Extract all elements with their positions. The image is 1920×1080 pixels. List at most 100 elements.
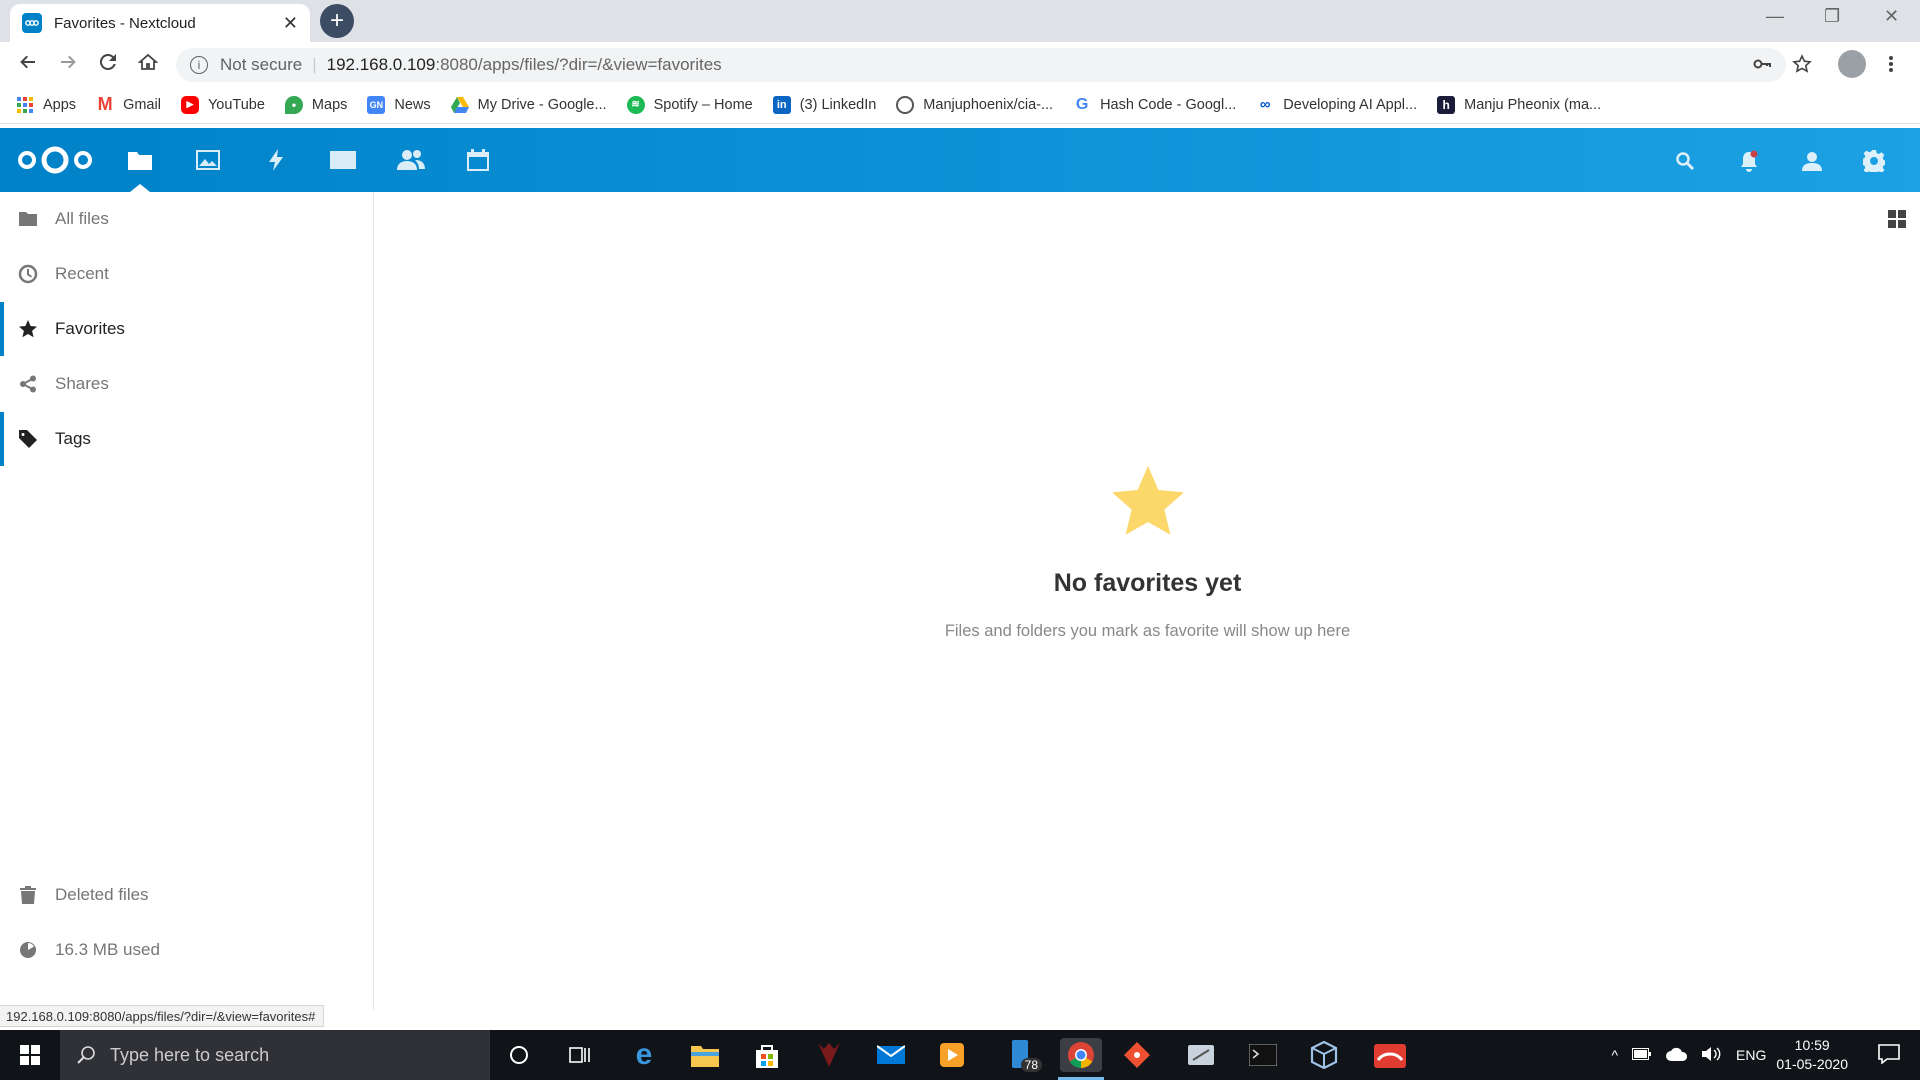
sidebar-item-all-files[interactable]: All files	[0, 192, 373, 246]
minimize-icon[interactable]: —	[1766, 6, 1784, 27]
info-icon[interactable]: i	[190, 56, 208, 74]
reload-icon[interactable]	[88, 52, 128, 78]
activity-icon[interactable]	[262, 146, 292, 174]
bookmark-label: News	[394, 96, 431, 113]
bookmark-hashnode[interactable]: h Manju Pheonix (ma...	[1437, 95, 1601, 114]
bookmark-news[interactable]: GN News	[367, 95, 431, 114]
forward-icon[interactable]	[48, 52, 88, 78]
window-close-icon[interactable]: ✕	[1884, 6, 1899, 27]
bookmark-linkedin[interactable]: in (3) LinkedIn	[772, 95, 877, 114]
taskbar-search-placeholder: Type here to search	[110, 1044, 270, 1065]
clock-time: 10:59	[1794, 1037, 1830, 1053]
bookmark-youtube[interactable]: ▶ YouTube	[180, 95, 265, 114]
sidebar-item-shares[interactable]: Shares	[0, 357, 373, 411]
sidebar-item-deleted-files[interactable]: Deleted files	[0, 868, 373, 922]
user-icon[interactable]	[1799, 148, 1825, 174]
action-center-icon[interactable]	[1878, 1043, 1900, 1067]
bookmark-drive[interactable]: My Drive - Google...	[450, 96, 607, 114]
github-icon	[896, 95, 915, 114]
quota-pie-icon	[18, 940, 38, 960]
settings-icon[interactable]	[1861, 148, 1887, 174]
bookmark-spotify[interactable]: ≋ Spotify – Home	[626, 95, 753, 114]
nextcloud-header	[0, 128, 1920, 192]
browser-tab[interactable]: Favorites - Nextcloud ✕	[10, 4, 310, 42]
file-explorer-icon[interactable]	[688, 1038, 722, 1072]
windows-start-icon[interactable]	[0, 1030, 60, 1080]
bookmark-label: (3) LinkedIn	[799, 96, 877, 113]
bookmark-label: Apps	[43, 96, 77, 113]
bookmark-hashcode[interactable]: G Hash Code - Googl...	[1073, 96, 1236, 114]
volume-icon[interactable]	[1702, 1046, 1722, 1065]
battery-icon[interactable]	[1632, 1047, 1652, 1063]
cortana-icon[interactable]	[502, 1038, 536, 1072]
chrome-icon[interactable]	[1060, 1038, 1102, 1072]
nextcloud-logo[interactable]	[15, 142, 95, 178]
grid-view-toggle-icon[interactable]	[1888, 210, 1906, 228]
mail-icon[interactable]	[328, 146, 358, 174]
store-icon[interactable]	[750, 1038, 784, 1072]
snipping-tool-icon[interactable]	[1184, 1038, 1218, 1072]
drive-icon	[450, 96, 469, 114]
bookmark-apps[interactable]: Apps	[16, 96, 76, 114]
tab-close-icon[interactable]: ✕	[283, 13, 298, 34]
google-icon: G	[1075, 95, 1089, 113]
hashnode-icon: h	[1437, 95, 1456, 114]
ubuntu-app-icon[interactable]	[1370, 1038, 1410, 1072]
folder-icon	[18, 209, 38, 229]
bookmark-star-icon[interactable]	[1792, 54, 1812, 79]
quota-label: 16.3 MB used	[55, 940, 160, 959]
key-icon[interactable]	[1752, 54, 1772, 79]
browser-menu-icon[interactable]	[1888, 54, 1894, 79]
new-tab-button[interactable]: +	[320, 4, 354, 38]
bookmark-label: Manjuphoenix/cia-...	[923, 96, 1054, 113]
bookmark-label: Developing AI Appl...	[1283, 96, 1418, 113]
empty-state-message: Files and folders you mark as favorite w…	[944, 622, 1351, 640]
sidebar-item-label: Favorites	[55, 319, 125, 338]
task-view-icon[interactable]	[563, 1038, 597, 1072]
taskbar-clock[interactable]: 10:59 01-05-2020	[1776, 1036, 1848, 1074]
star-icon	[18, 319, 38, 339]
omnibox-separator: |	[312, 55, 317, 74]
git-icon[interactable]	[1120, 1038, 1154, 1072]
files-sidebar: All files Recent Favorites Shares Tags D…	[0, 192, 374, 1010]
bookmark-label: Hash Code - Googl...	[1100, 96, 1237, 113]
predator-icon[interactable]	[812, 1038, 846, 1072]
news-icon: GN	[367, 95, 386, 114]
bookmark-gmail[interactable]: M Gmail	[96, 94, 161, 114]
profile-avatar[interactable]	[1838, 50, 1866, 78]
sidebar-item-tags[interactable]: Tags	[0, 412, 373, 466]
bookmarks-bar: Apps M Gmail ▶ YouTube • Maps GN News My…	[0, 86, 1920, 124]
show-hidden-icons-icon[interactable]: ^	[1611, 1047, 1618, 1063]
edge-icon[interactable]: e	[627, 1038, 661, 1072]
windows-taskbar: Type here to search e 78 ^ ENG 10:59 01-…	[0, 1030, 1920, 1080]
bookmark-coursera[interactable]: ∞ Developing AI Appl...	[1256, 96, 1417, 114]
bookmark-maps[interactable]: • Maps	[284, 95, 348, 114]
taskbar-search-box[interactable]: Type here to search	[60, 1030, 490, 1080]
search-icon[interactable]	[1672, 148, 1698, 174]
contacts-icon[interactable]	[396, 146, 426, 174]
home-icon[interactable]	[128, 52, 168, 78]
files-icon[interactable]	[125, 146, 155, 174]
bookmark-github[interactable]: Manjuphoenix/cia-...	[896, 95, 1054, 114]
onedrive-cloud-icon[interactable]	[1666, 1047, 1688, 1064]
language-indicator[interactable]: ENG	[1736, 1047, 1766, 1063]
mail-app-icon[interactable]	[874, 1038, 908, 1072]
media-player-icon[interactable]	[935, 1038, 969, 1072]
empty-favorites-star-icon	[1111, 466, 1184, 535]
phone-app-icon[interactable]: 78	[1000, 1038, 1042, 1072]
back-icon[interactable]	[8, 52, 48, 78]
notifications-icon[interactable]	[1736, 148, 1762, 174]
url-host: 192.168.0.109	[326, 55, 436, 74]
calendar-icon[interactable]	[463, 146, 493, 174]
sidebar-item-recent[interactable]: Recent	[0, 247, 373, 301]
photos-icon[interactable]	[193, 146, 223, 174]
gmail-icon: M	[97, 94, 113, 114]
sidebar-item-favorites[interactable]: Favorites	[0, 302, 373, 356]
terminal-icon[interactable]	[1246, 1038, 1280, 1072]
bookmark-label: Maps	[311, 96, 348, 113]
restore-icon[interactable]: ❐	[1824, 6, 1840, 27]
empty-state-title: No favorites yet	[1053, 569, 1242, 597]
address-bar[interactable]: i Not secure | 192.168.0.109 :8080/apps/…	[176, 48, 1786, 82]
virtualbox-icon[interactable]	[1307, 1038, 1341, 1072]
quota-indicator[interactable]: 16.3 MB used	[0, 923, 373, 977]
